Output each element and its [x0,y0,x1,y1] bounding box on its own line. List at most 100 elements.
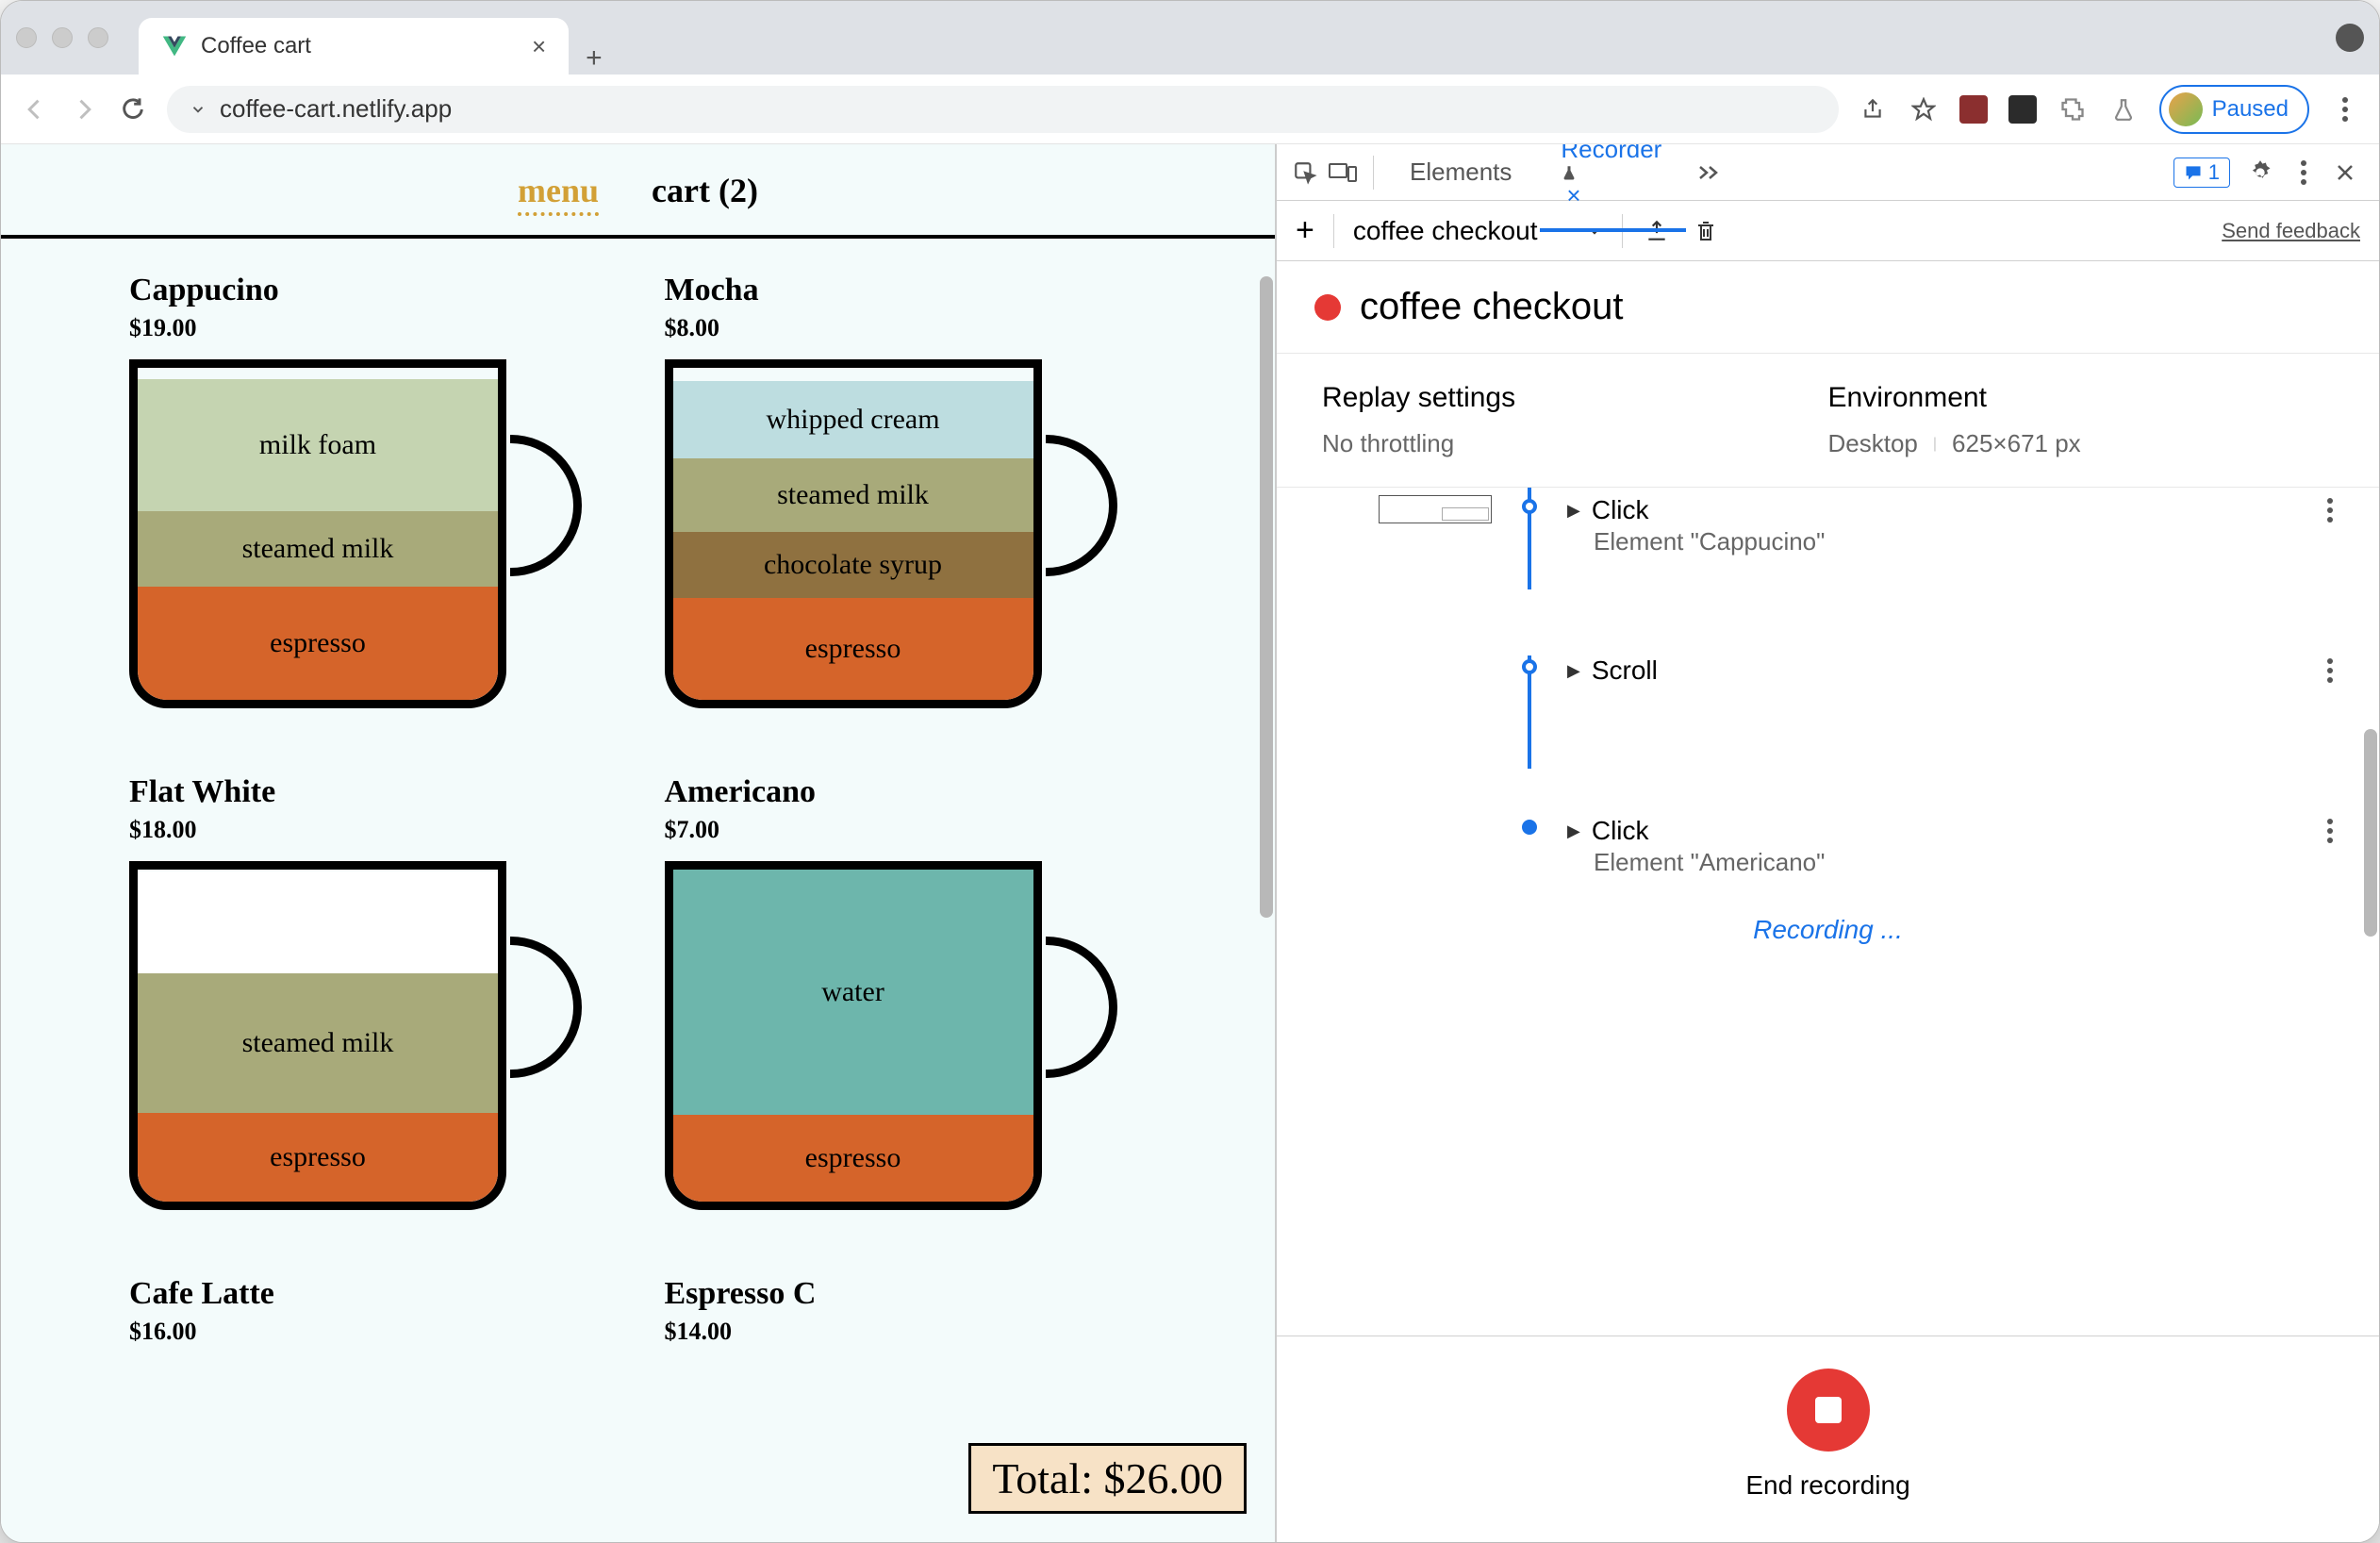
stop-recording-button[interactable] [1787,1369,1870,1452]
profile-indicator-icon[interactable] [2336,24,2364,52]
step-row[interactable]: ▶Click Element "Americano" [1322,816,2334,877]
step-action: Click [1592,495,1649,525]
cup-layer: espresso [673,598,1033,700]
cup-layer: steamed milk [138,511,498,587]
profile-paused-button[interactable]: Paused [2159,85,2309,134]
devtools-menu-icon[interactable] [2290,159,2317,186]
new-tab-button[interactable]: + [586,42,603,75]
nav-menu-link[interactable]: menu [518,171,599,216]
cup-layer: chocolate syrup [673,532,1033,598]
step-menu-icon[interactable] [2326,655,2334,684]
delete-icon[interactable] [1691,216,1721,246]
recording-header: coffee checkout [1277,261,2379,354]
product-card[interactable]: Flat White $18.00 steamed milkespresso [129,774,635,1231]
bookmark-icon[interactable] [1909,94,1939,124]
recorder-footer: End recording [1277,1336,2379,1542]
step-thumbnail [1379,495,1492,523]
messages-badge[interactable]: 1 [2173,158,2230,188]
browser-tab[interactable]: Coffee cart × [139,18,569,75]
tab-elements[interactable]: Elements [1389,144,1532,200]
extensions-button[interactable] [2058,94,2088,124]
device-value[interactable]: Desktop [1828,429,1918,458]
devtools-tabbar: Elements Recorder × 1 [1277,144,2379,201]
settings-icon[interactable] [2238,159,2283,186]
devtools-close-icon[interactable] [2324,161,2366,184]
timeline-dot-icon [1522,659,1537,674]
share-icon[interactable] [1858,94,1888,124]
expand-icon[interactable]: ▶ [1567,661,1580,681]
step-row[interactable]: ▶Click Element "Cappucino" [1322,495,2334,627]
devtools-scrollbar[interactable] [2364,729,2377,937]
replay-settings: Replay settings No throttling [1322,382,1828,458]
cup-layer: water [673,870,1033,1115]
window-controls [16,27,108,48]
cup-drawing: whipped creamsteamed milkchocolate syrup… [665,359,1117,718]
experiments-icon[interactable] [2108,94,2139,124]
browser-window: Coffee cart × + coffee-cart.netlify.app [0,0,2380,1543]
product-name: Mocha [665,273,1170,308]
record-dot-icon [1314,294,1341,321]
tab-title: Coffee cart [201,33,311,59]
product-price: $7.00 [665,816,1170,844]
cup-drawing: waterespresso [665,861,1117,1219]
cup-layer: espresso [138,587,498,700]
back-button[interactable] [20,94,50,124]
environment-settings: Environment Desktop | 625×671 px [1828,382,2335,458]
viewport-value[interactable]: 625×671 px [1952,429,2081,458]
page-scrollbar[interactable] [1260,276,1273,918]
zoom-window-icon[interactable] [88,27,108,48]
tab-recorder[interactable]: Recorder × [1540,144,1686,224]
expand-icon[interactable]: ▶ [1567,501,1580,521]
product-card[interactable]: Cappucino $19.00 milk foamsteamed milkes… [129,273,635,729]
tabs-row: Coffee cart × + [139,1,603,75]
close-window-icon[interactable] [16,27,37,48]
step-row[interactable]: ▶Scroll [1322,655,2334,788]
product-card[interactable]: Mocha $8.00 whipped creamsteamed milkcho… [665,273,1170,729]
tab-close-icon[interactable]: × [1566,181,1580,209]
nav-cart-link[interactable]: cart (2) [652,171,758,216]
cup-layer: steamed milk [138,973,498,1113]
product-card[interactable]: Cafe Latte $16.00 [129,1276,635,1363]
step-menu-icon[interactable] [2326,816,2334,844]
forward-button[interactable] [69,94,99,124]
recording-title: coffee checkout [1360,286,1623,328]
product-name: Flat White [129,774,635,810]
cup-layer: steamed milk [673,458,1033,532]
avatar-icon [2169,92,2203,126]
reload-button[interactable] [118,94,148,124]
product-card[interactable]: Espresso C $14.00 [665,1276,1170,1363]
send-feedback-link[interactable]: Send feedback [2222,219,2360,243]
product-name: Americano [665,774,1170,810]
device-toggle-icon[interactable] [1328,158,1358,188]
chevron-down-icon [190,101,207,118]
step-target: Element "Americano" [1594,848,2307,877]
expand-icon[interactable]: ▶ [1567,821,1580,841]
extension-icon-2[interactable] [2008,95,2037,124]
minimize-window-icon[interactable] [52,27,73,48]
inspect-element-icon[interactable] [1290,158,1320,188]
timeline-dot-icon [1522,820,1537,835]
extension-icon-1[interactable] [1959,95,1988,124]
environment-label: Environment [1828,382,2335,414]
end-recording-label: End recording [1745,1470,1909,1501]
total-button[interactable]: Total: $26.00 [968,1443,1247,1514]
tab-close-icon[interactable]: × [532,32,546,61]
product-grid: Cappucino $19.00 milk foamsteamed milkes… [1,239,1275,1397]
product-name: Cafe Latte [129,1276,635,1312]
chrome-menu-button[interactable] [2330,94,2360,124]
url-input[interactable]: coffee-cart.netlify.app [167,86,1839,133]
vue-logo-icon [161,33,188,59]
new-recording-button[interactable]: + [1296,212,1314,249]
product-price: $14.00 [665,1318,1170,1346]
cup-handle [1046,435,1117,576]
product-card[interactable]: Americano $7.00 waterespresso [665,774,1170,1231]
product-price: $16.00 [129,1318,635,1346]
product-price: $18.00 [129,816,635,844]
throttling-value[interactable]: No throttling [1322,429,1828,458]
cup-handle [1046,937,1117,1078]
product-name: Cappucino [129,273,635,308]
cup-drawing: steamed milkespresso [129,861,582,1219]
more-tabs-icon[interactable] [1694,158,1724,188]
step-menu-icon[interactable] [2326,495,2334,523]
address-bar: coffee-cart.netlify.app Paused [1,75,2379,144]
